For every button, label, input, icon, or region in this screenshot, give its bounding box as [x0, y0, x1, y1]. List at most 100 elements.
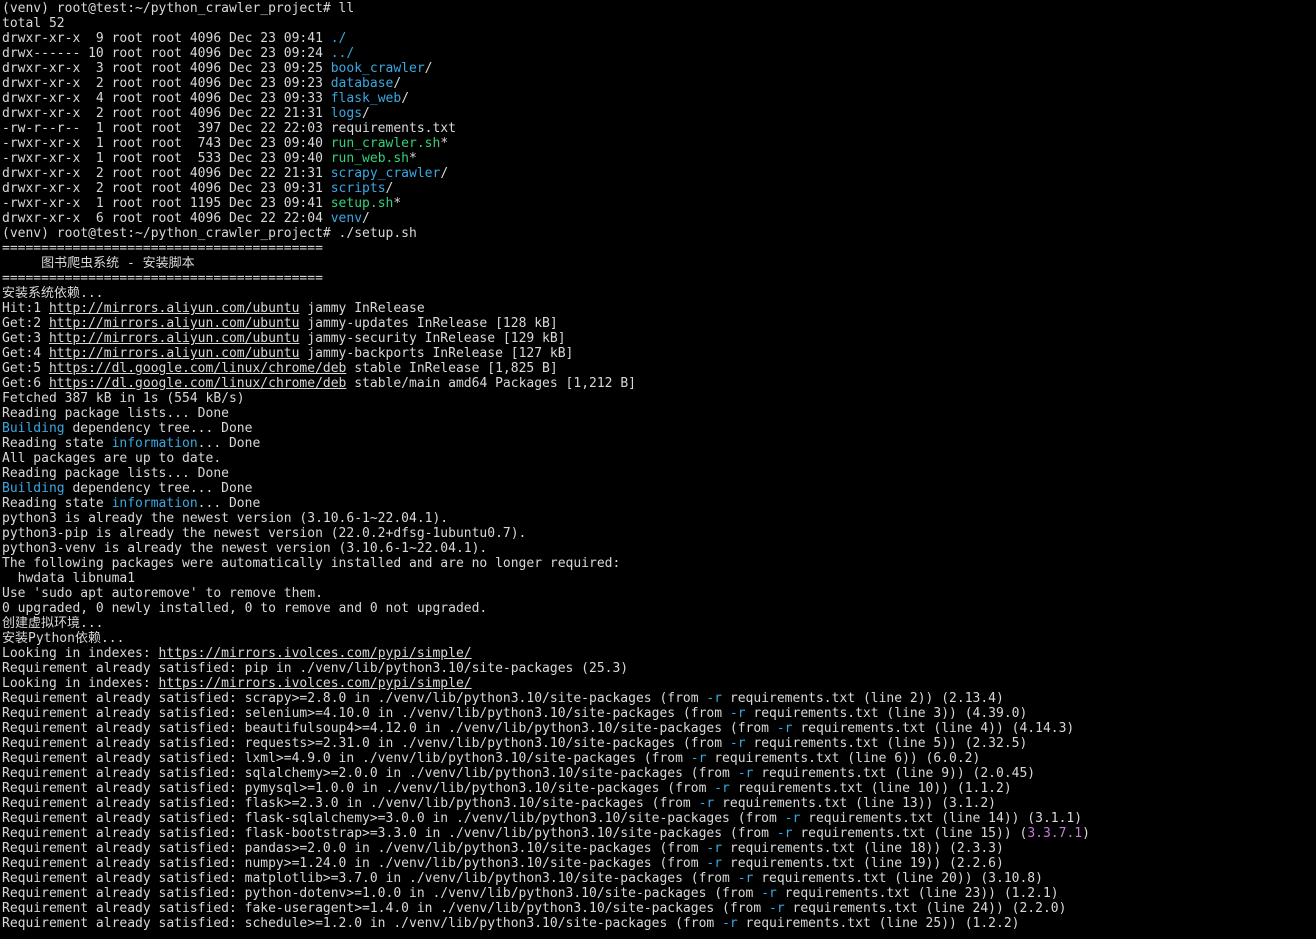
url-link[interactable]: https://dl.google.com/linux/chrome/deb: [49, 361, 346, 376]
line-text: drwxr-xr-x 2 root root 4096 Dec 22 21:31: [2, 166, 331, 181]
terminal-line: python3-pip is already the newest versio…: [2, 526, 1316, 541]
terminal-line: python3-venv is already the newest versi…: [2, 541, 1316, 556]
executable-name: run_crawler.sh: [330, 136, 441, 151]
line-text: 创建虚拟环境...: [2, 616, 104, 631]
line-text: Fetched 387 kB in 1s (554 kB/s): [2, 391, 245, 406]
highlighted-text: -r: [784, 811, 801, 826]
line-text: /: [440, 166, 449, 181]
terminal-line: 图书爬虫系统 - 安装脚本: [2, 256, 1316, 271]
terminal-line: Get:3 http://mirrors.aliyun.com/ubuntu j…: [2, 331, 1316, 346]
url-link[interactable]: http://mirrors.aliyun.com/ubuntu: [49, 301, 299, 316]
line-text: (venv) root@test:~/python_crawler_projec…: [2, 1, 355, 16]
line-text: jammy-security InRelease [129 kB]: [299, 331, 566, 346]
line-text: jammy-updates InRelease [128 kB]: [299, 316, 558, 331]
line-text: Looking in indexes:: [2, 646, 159, 661]
line-text: Requirement already satisfied: pandas>=2…: [2, 841, 707, 856]
terminal-line: Requirement already satisfied: beautiful…: [2, 721, 1316, 736]
terminal-line: Requirement already satisfied: pandas>=2…: [2, 841, 1316, 856]
terminal-line: -rwxr-xr-x 1 root root 743 Dec 23 09:40 …: [2, 136, 1316, 151]
highlighted-text: -r: [698, 796, 715, 811]
highlighted-text: ./: [330, 31, 347, 46]
line-text: *: [440, 136, 449, 151]
line-text: Get:2: [2, 316, 49, 331]
line-text: requirements.txt (line 6)) (6.0.2): [706, 751, 981, 766]
line-text: Requirement already satisfied: numpy>=1.…: [2, 856, 707, 871]
terminal-line: Looking in indexes: https://mirrors.ivol…: [2, 646, 1316, 661]
highlighted-text: ../: [330, 46, 355, 61]
line-text: *: [393, 196, 402, 211]
terminal-line: Get:2 http://mirrors.aliyun.com/ubuntu j…: [2, 316, 1316, 331]
line-text: Reading state: [2, 496, 112, 511]
terminal-line: Use 'sudo apt autoremove' to remove them…: [2, 586, 1316, 601]
line-text: Requirement already satisfied: pip in ./…: [2, 661, 629, 676]
line-text: Requirement already satisfied: requests>…: [2, 736, 730, 751]
terminal-line: drwxr-xr-x 2 root root 4096 Dec 22 21:31…: [2, 106, 1316, 121]
line-text: jammy-backports InRelease [127 kB]: [299, 346, 574, 361]
highlighted-text: -r: [776, 721, 793, 736]
highlighted-text: -r: [706, 841, 723, 856]
line-text: -rwxr-xr-x 1 root root 743 Dec 23 09:40: [2, 136, 331, 151]
line-text: drwxr-xr-x 2 root root 4096 Dec 22 21:31: [2, 106, 331, 121]
line-text: All packages are up to date.: [2, 451, 222, 466]
line-text: python3 is already the newest version (3…: [2, 511, 449, 526]
highlighted-text: -r: [769, 901, 785, 916]
url-link[interactable]: http://mirrors.aliyun.com/ubuntu: [49, 316, 299, 331]
line-text: Get:4: [2, 346, 49, 361]
url-link[interactable]: https://mirrors.ivolces.com/pypi/simple/: [159, 646, 472, 661]
highlighted-text: -r: [729, 736, 746, 751]
highlighted-text: scripts: [330, 181, 386, 196]
terminal-line: All packages are up to date.: [2, 451, 1316, 466]
terminal-line: Get:6 https://dl.google.com/linux/chrome…: [2, 376, 1316, 391]
highlighted-text: information: [111, 496, 198, 511]
terminal-output[interactable]: (venv) root@test:~/python_crawler_projec…: [0, 0, 1316, 939]
line-text: dependency tree... Done: [64, 421, 253, 436]
url-link[interactable]: http://mirrors.aliyun.com/ubuntu: [49, 331, 299, 346]
line-text: python3-pip is already the newest versio…: [2, 526, 527, 541]
line-text: -rw-r--r-- 1 root root 397 Dec 22 22:03 …: [2, 121, 456, 136]
version-highlight: 3.3.7.1: [1027, 826, 1083, 841]
highlighted-text: book_crawler: [330, 61, 425, 76]
line-text: requirements.txt (line 3)) (4.39.0): [745, 706, 1028, 721]
terminal-line: 安装系统依赖...: [2, 286, 1316, 301]
url-link[interactable]: https://dl.google.com/linux/chrome/deb: [49, 376, 346, 391]
line-text: Requirement already satisfied: python-do…: [2, 886, 762, 901]
highlighted-text: -r: [729, 706, 746, 721]
line-text: Get:5: [2, 361, 49, 376]
terminal-line: Reading package lists... Done: [2, 466, 1316, 481]
highlighted-text: -r: [737, 766, 754, 781]
line-text: /: [424, 61, 433, 76]
terminal-line: Requirement already satisfied: flask-boo…: [2, 826, 1316, 841]
line-text: Get:3: [2, 331, 49, 346]
highlighted-text: -r: [690, 751, 707, 766]
line-text: requirements.txt (line 15)) (: [792, 826, 1028, 841]
line-text: 图书爬虫系统 - 安装脚本: [2, 256, 195, 271]
line-text: ... Done: [197, 496, 261, 511]
terminal-line: Hit:1 http://mirrors.aliyun.com/ubuntu j…: [2, 301, 1316, 316]
line-text: Requirement already satisfied: sqlalchem…: [2, 766, 738, 781]
line-text: Get:6: [2, 376, 49, 391]
line-text: requirements.txt (line 25)) (1.2.2): [737, 916, 1020, 931]
line-text: Requirement already satisfied: beautiful…: [2, 721, 777, 736]
line-text: dependency tree... Done: [64, 481, 253, 496]
line-text: Requirement already satisfied: scrapy>=2…: [2, 691, 707, 706]
executable-name: setup.sh: [330, 196, 394, 211]
highlighted-text: -r: [737, 871, 754, 886]
line-text: Requirement already satisfied: lxml>=4.9…: [2, 751, 691, 766]
line-text: /: [385, 181, 394, 196]
line-text: Requirement already satisfied: flask-boo…: [2, 826, 777, 841]
line-text: drwxr-xr-x 9 root root 4096 Dec 23 09:41: [2, 31, 331, 46]
terminal-line: drwxr-xr-x 6 root root 4096 Dec 22 22:04…: [2, 211, 1316, 226]
line-text: drwxr-xr-x 4 root root 4096 Dec 23 09:33: [2, 91, 331, 106]
highlighted-text: -r: [776, 826, 793, 841]
url-link[interactable]: https://mirrors.ivolces.com/pypi/simple/: [159, 676, 472, 691]
url-link[interactable]: http://mirrors.aliyun.com/ubuntu: [49, 346, 299, 361]
terminal-line: Requirement already satisfied: pip in ./…: [2, 661, 1316, 676]
line-text: total 52: [2, 16, 65, 31]
line-text: Requirement already satisfied: matplotli…: [2, 871, 738, 886]
line-text: *: [409, 151, 417, 166]
line-text: The following packages were automaticall…: [2, 556, 621, 571]
terminal-line: Reading state information... Done: [2, 496, 1316, 511]
terminal-line: Reading package lists... Done: [2, 406, 1316, 421]
line-text: ... Done: [197, 436, 261, 451]
line-text: requirements.txt (line 4)) (4.14.3): [792, 721, 1075, 736]
